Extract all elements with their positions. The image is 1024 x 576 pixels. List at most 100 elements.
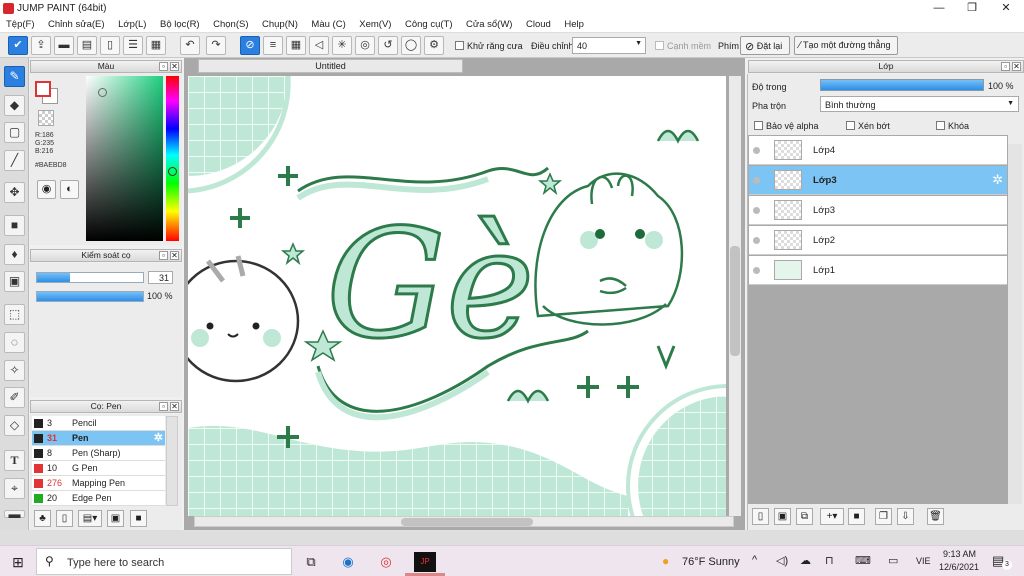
redo-icon[interactable]: ↷: [206, 36, 226, 55]
brush-folder-icon[interactable]: ■: [130, 510, 147, 527]
layer-opacity-slider[interactable]: [820, 79, 984, 91]
brush-settings-icon[interactable]: ▣: [107, 510, 124, 527]
brush-opacity-slider[interactable]: [36, 291, 144, 302]
magic-wand-tool-icon[interactable]: ✧: [4, 360, 25, 381]
palette-settings-icon[interactable]: ◐: [60, 180, 79, 199]
smooth-checkbox[interactable]: [655, 41, 664, 50]
eye-icon[interactable]: [753, 267, 760, 274]
text-tool-icon[interactable]: T: [4, 450, 25, 471]
drawing-canvas[interactable]: Gè: [188, 76, 726, 516]
panel-close-icon[interactable]: ✕: [170, 251, 179, 260]
lasso-tool-icon[interactable]: ◌: [4, 332, 25, 353]
snap-circle-icon[interactable]: ◎: [355, 36, 375, 55]
line-tool-icon[interactable]: ╱: [4, 150, 25, 171]
language-indicator[interactable]: VIE: [916, 556, 931, 566]
layer-item-selected[interactable]: Lớp3 ✲: [749, 166, 1007, 195]
canvas-horizontal-scrollbar[interactable]: [194, 516, 734, 527]
snap-perspective-icon[interactable]: ◁: [309, 36, 329, 55]
windows-start-icon[interactable]: ⊞: [8, 552, 28, 572]
panel-float-icon[interactable]: ▫: [159, 402, 168, 411]
straight-line-button[interactable]: ⁄ Tạo một đường thẳng: [794, 36, 898, 55]
vertical-scroll-thumb[interactable]: [730, 246, 740, 356]
move-tool-icon[interactable]: ✥: [4, 182, 25, 203]
snap-parallel-icon[interactable]: ≡: [263, 36, 283, 55]
panel-float-icon[interactable]: ▫: [1001, 62, 1010, 71]
eraser-tool-icon[interactable]: ◆: [4, 95, 25, 116]
menu-help[interactable]: Help: [558, 17, 589, 30]
snap-none-icon[interactable]: ⊘: [240, 36, 260, 55]
transparent-swatch[interactable]: [38, 110, 54, 126]
brush-size-value[interactable]: 31: [148, 271, 173, 284]
lock-checkbox[interactable]: [936, 121, 945, 130]
gear-icon[interactable]: ✲: [154, 431, 163, 445]
speaker-icon[interactable]: ◁): [776, 554, 788, 567]
layer-list-scrollbar[interactable]: [1008, 144, 1022, 504]
eye-icon[interactable]: [753, 147, 760, 154]
pen-item-pen-sharp[interactable]: 8 Pen (Sharp): [32, 446, 165, 461]
pen-item-edge-pen[interactable]: 20 Edge Pen: [32, 491, 165, 506]
pages-icon[interactable]: ☰: [123, 36, 143, 55]
blend-mode-select[interactable]: Bình thường ▼: [820, 96, 1019, 112]
foreground-color-swatch[interactable]: [35, 81, 51, 97]
menu-filter[interactable]: Bộ lọc(R): [154, 17, 205, 30]
network-icon[interactable]: ⊓: [825, 554, 834, 567]
layer-item[interactable]: Lớp1: [749, 256, 1007, 285]
smooth-option[interactable]: Cạnh mềm: [655, 41, 711, 51]
duplicate-icon[interactable]: ❐: [875, 508, 892, 525]
snap-ellipse-icon[interactable]: ◯: [401, 36, 421, 55]
menu-tools[interactable]: Công cụ(T): [399, 17, 458, 30]
new-layer-icon[interactable]: ▯: [752, 508, 769, 525]
more-tools-icon[interactable]: ▬: [4, 508, 25, 520]
panel-float-icon[interactable]: ▫: [159, 251, 168, 260]
minimize-button[interactable]: —: [922, 0, 956, 17]
trash-icon[interactable]: 🗑: [927, 508, 944, 525]
grid-settings-icon[interactable]: ▦: [146, 36, 166, 55]
brush-size-slider[interactable]: [36, 272, 144, 283]
protect-alpha-option[interactable]: Bảo vệ alpha: [754, 121, 819, 131]
comment-icon[interactable]: ▤: [77, 36, 97, 55]
horizontal-scroll-thumb[interactable]: [401, 518, 533, 526]
antialias-checkbox[interactable]: [455, 41, 464, 50]
clip-checkbox[interactable]: [846, 121, 855, 130]
chrome-browser-icon[interactable]: ◎: [376, 552, 396, 572]
layer-copy-icon[interactable]: ⧉: [796, 508, 813, 525]
eye-icon[interactable]: [753, 177, 760, 184]
eyedropper-tool-icon[interactable]: ⌖: [4, 478, 25, 499]
menu-edit[interactable]: Chỉnh sửa(E): [42, 17, 110, 30]
edge-browser-icon[interactable]: ◉: [338, 552, 358, 572]
onedrive-icon[interactable]: ☁: [800, 554, 811, 567]
panel-close-icon[interactable]: ✕: [170, 62, 179, 71]
menu-file[interactable]: Tệp(F): [0, 17, 40, 30]
rect-select-tool-icon[interactable]: ⬚: [4, 304, 25, 325]
clock-date[interactable]: 12/6/2021: [939, 562, 979, 572]
select-eraser-tool-icon[interactable]: ◇: [4, 415, 25, 436]
snap-curve-icon[interactable]: ↺: [378, 36, 398, 55]
pen-item-mapping-pen[interactable]: 276 Mapping Pen: [32, 476, 165, 491]
fill-rect-tool-icon[interactable]: ■: [4, 215, 25, 236]
bucket-tool-icon[interactable]: ♦: [4, 244, 25, 265]
panel-float-icon[interactable]: ▫: [159, 62, 168, 71]
menu-cloud[interactable]: Cloud: [520, 17, 556, 30]
color-picker-handle[interactable]: [98, 88, 107, 97]
menu-view[interactable]: Xem(V): [353, 17, 396, 30]
snap-grid-icon[interactable]: ▦: [286, 36, 306, 55]
menu-color[interactable]: Màu (C): [305, 17, 350, 30]
undo-icon[interactable]: ↶: [180, 36, 200, 55]
snap-settings-icon[interactable]: ⚙: [424, 36, 444, 55]
gradient-tool-icon[interactable]: ▣: [4, 271, 25, 292]
maximize-button[interactable]: ❐: [955, 0, 989, 17]
upload-icon[interactable]: ⇪: [31, 36, 51, 55]
adjust-select[interactable]: 40 ▼: [572, 37, 646, 54]
menu-layer[interactable]: Lớp(L): [112, 17, 151, 30]
document-tab[interactable]: Untitled: [198, 59, 463, 73]
pen-item-g-pen[interactable]: 10 G Pen: [32, 461, 165, 476]
antialias-option[interactable]: Khử răng cưa: [455, 41, 523, 51]
menu-capture[interactable]: Chụp(N): [256, 17, 303, 30]
saturation-value-picker[interactable]: [86, 76, 163, 241]
canvas-vertical-scrollbar[interactable]: [729, 76, 741, 516]
document-icon[interactable]: ▯: [100, 36, 120, 55]
reset-button[interactable]: ⊘ Đặt lại: [740, 36, 790, 55]
pen-list-scrollbar[interactable]: [166, 416, 178, 506]
chevron-up-icon[interactable]: ^: [752, 554, 757, 566]
select-pen-tool-icon[interactable]: ✐: [4, 387, 25, 408]
